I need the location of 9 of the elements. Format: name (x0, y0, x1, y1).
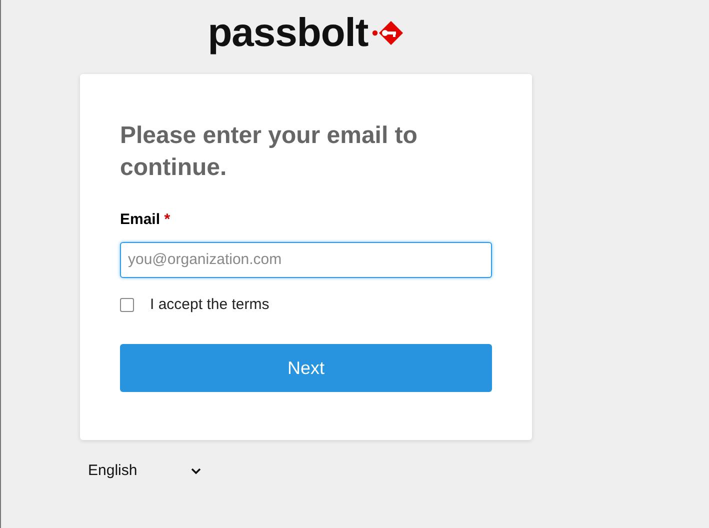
language-select[interactable]: English (88, 460, 202, 482)
logo-text: passbolt (208, 13, 368, 53)
form-title: Please enter your email to continue. (120, 121, 418, 183)
email-field[interactable]: you@organization.com (120, 242, 492, 278)
chevron-down-icon (191, 468, 202, 475)
logo-icon (372, 21, 404, 45)
terms-checkbox[interactable] (120, 298, 134, 312)
email-label: Email * (120, 210, 170, 230)
terms-label: I accept the terms (150, 294, 270, 314)
